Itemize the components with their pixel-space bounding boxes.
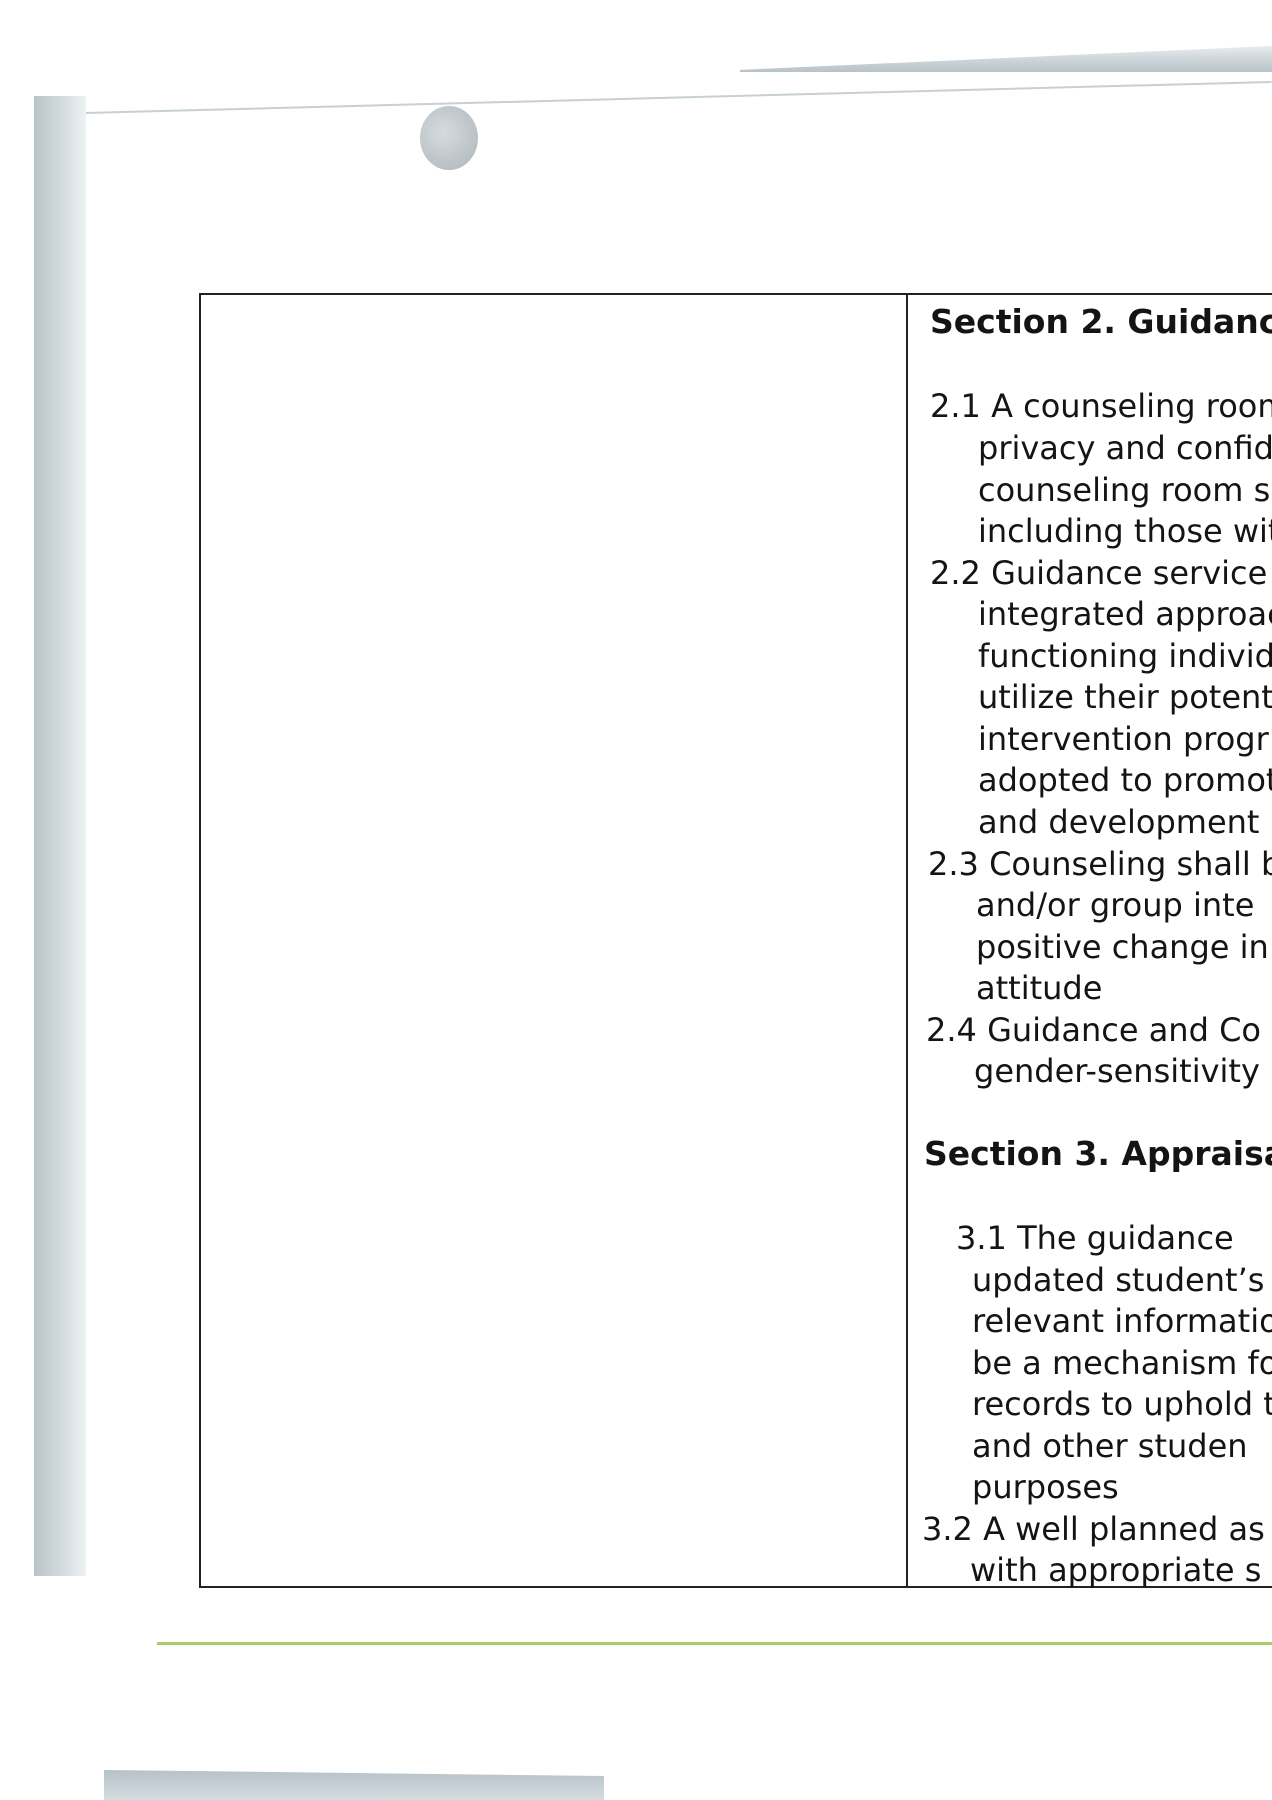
scan-shadow-bottom	[104, 1770, 604, 1800]
punch-hole	[420, 106, 478, 170]
column-divider	[906, 295, 908, 1586]
scan-shadow-top	[740, 46, 1272, 72]
document-table	[199, 293, 1272, 1588]
paper-top-edge	[85, 80, 1272, 114]
scan-shadow-left	[34, 96, 86, 1576]
footer-rule	[157, 1642, 1272, 1645]
